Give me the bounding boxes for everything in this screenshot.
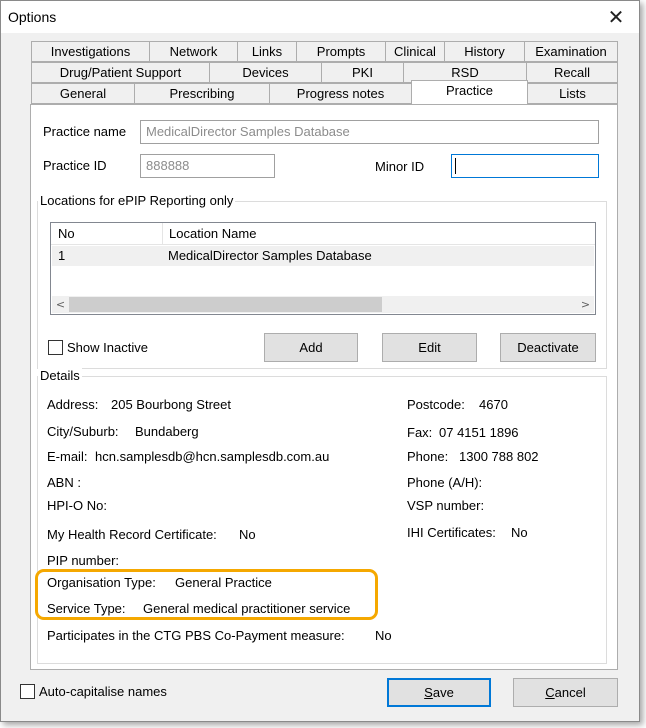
column-header-location-name[interactable]: Location Name bbox=[164, 223, 256, 245]
tab-devices[interactable]: Devices bbox=[209, 62, 322, 83]
postcode-value: 4670 bbox=[479, 397, 508, 412]
save-button[interactable]: Save bbox=[387, 678, 491, 707]
list-item[interactable]: 1 MedicalDirector Samples Database bbox=[52, 246, 594, 266]
deactivate-location-button[interactable]: Deactivate bbox=[500, 333, 596, 362]
details-group bbox=[37, 376, 607, 664]
pip-number-label: PIP number: bbox=[47, 553, 120, 568]
practice-id-label: Practice ID bbox=[43, 158, 107, 173]
tab-recall[interactable]: Recall bbox=[526, 62, 618, 83]
tab-general[interactable]: General bbox=[31, 83, 135, 104]
tab-examination[interactable]: Examination bbox=[524, 41, 618, 62]
tab-practice[interactable]: Practice bbox=[411, 80, 528, 104]
tab-network[interactable]: Network bbox=[149, 41, 238, 62]
fax-value: 07 4151 1896 bbox=[439, 425, 519, 440]
phone-value: 1300 788 802 bbox=[459, 449, 539, 464]
minor-id-label: Minor ID bbox=[375, 159, 425, 174]
tab-history[interactable]: History bbox=[444, 41, 525, 62]
locations-group-title: Locations for ePIP Reporting only bbox=[38, 193, 236, 208]
address-label: Address: bbox=[47, 397, 99, 412]
auto-capitalise-checkbox[interactable] bbox=[20, 684, 35, 699]
tab-links[interactable]: Links bbox=[237, 41, 297, 62]
tab-prompts[interactable]: Prompts bbox=[296, 41, 386, 62]
list-header: No Location Name bbox=[51, 223, 595, 245]
practice-name-label: Practice name bbox=[43, 124, 127, 139]
ctg-value: No bbox=[375, 628, 392, 643]
details-group-title: Details bbox=[38, 368, 82, 383]
column-separator[interactable] bbox=[162, 223, 163, 245]
scrollbar-thumb[interactable] bbox=[69, 297, 382, 312]
practice-name-field[interactable]: MedicalDirector Samples Database bbox=[140, 120, 599, 144]
save-mnemonic: S bbox=[424, 685, 433, 700]
add-location-button[interactable]: Add bbox=[264, 333, 358, 362]
title-bar[interactable]: Options ✕ bbox=[1, 1, 639, 33]
auto-capitalise-label[interactable]: Auto-capitalise names bbox=[39, 684, 167, 699]
show-inactive-checkbox[interactable] bbox=[48, 340, 63, 355]
fax-label: Fax: bbox=[407, 425, 433, 440]
city-label: City/Suburb: bbox=[47, 424, 119, 439]
location-no: 1 bbox=[58, 248, 66, 263]
vsp-number-label: VSP number: bbox=[407, 498, 485, 513]
location-name: MedicalDirector Samples Database bbox=[168, 248, 372, 263]
scroll-right-icon[interactable]: > bbox=[577, 296, 594, 313]
email-label: E-mail: bbox=[47, 449, 88, 464]
column-header-no[interactable]: No bbox=[53, 223, 75, 245]
tab-pki[interactable]: PKI bbox=[321, 62, 404, 83]
practice-id-field[interactable]: 888888 bbox=[140, 154, 275, 178]
cancel-button[interactable]: Cancel bbox=[513, 678, 618, 707]
edit-location-button[interactable]: Edit bbox=[382, 333, 477, 362]
text-caret bbox=[455, 158, 456, 174]
mhr-certificate-label: My Health Record Certificate: bbox=[47, 527, 217, 542]
cancel-label-rest: ancel bbox=[554, 685, 586, 700]
close-icon[interactable]: ✕ bbox=[601, 4, 631, 30]
ctg-label: Participates in the CTG PBS Co-Payment m… bbox=[47, 628, 345, 643]
save-label-rest: ave bbox=[432, 685, 454, 700]
scroll-left-icon[interactable]: < bbox=[52, 296, 69, 313]
tab-progress-notes[interactable]: Progress notes bbox=[269, 83, 412, 104]
postcode-label: Postcode: bbox=[407, 397, 465, 412]
show-inactive-label[interactable]: Show Inactive bbox=[67, 340, 148, 355]
locations-list[interactable]: No Location Name 1 MedicalDirector Sampl… bbox=[50, 222, 596, 315]
tab-clinical[interactable]: Clinical bbox=[385, 41, 445, 62]
tab-investigations[interactable]: Investigations bbox=[31, 41, 150, 62]
options-dialog: Options ✕ Investigations Network Links P… bbox=[0, 0, 640, 722]
phone-label: Phone: bbox=[407, 449, 449, 464]
city-value: Bundaberg bbox=[135, 424, 199, 439]
tab-lists[interactable]: Lists bbox=[527, 83, 618, 104]
ihi-certificates-label: IHI Certificates: bbox=[407, 525, 496, 540]
practice-panel: Practice name MedicalDirector Samples Da… bbox=[30, 104, 618, 670]
phone-ah-label: Phone (A/H): bbox=[407, 475, 483, 490]
email-value: hcn.samplesdb@hcn.samplesdb.com.au bbox=[95, 449, 330, 464]
horizontal-scrollbar[interactable]: < > bbox=[52, 296, 594, 313]
ihi-certificates-value: No bbox=[511, 525, 528, 540]
mhr-certificate-value: No bbox=[239, 527, 256, 542]
address-value: 205 Bourbong Street bbox=[111, 397, 231, 412]
tab-prescribing[interactable]: Prescribing bbox=[134, 83, 270, 104]
highlight-box bbox=[35, 569, 378, 620]
window-title: Options bbox=[8, 9, 57, 25]
abn-label: ABN : bbox=[47, 475, 81, 490]
minor-id-input[interactable] bbox=[451, 154, 599, 178]
tab-drug-patient-support[interactable]: Drug/Patient Support bbox=[31, 62, 210, 83]
hpio-label: HPI-O No: bbox=[47, 498, 107, 513]
cancel-mnemonic: C bbox=[545, 685, 555, 700]
